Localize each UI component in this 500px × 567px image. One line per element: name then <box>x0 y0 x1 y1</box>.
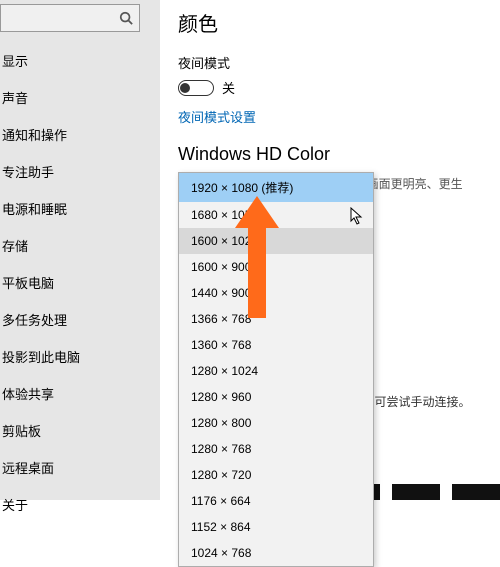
sidebar-item-11[interactable]: 远程桌面 <box>0 449 160 486</box>
resolution-option[interactable]: 1152 × 864 <box>179 514 373 540</box>
sidebar-item-5[interactable]: 存储 <box>0 227 160 264</box>
night-mode-label: 夜间模式 <box>178 53 482 72</box>
sidebar-item-4[interactable]: 电源和睡眠 <box>0 190 160 227</box>
resolution-option[interactable]: 1600 × 900 <box>179 254 373 280</box>
night-mode-toggle[interactable] <box>178 80 214 96</box>
resolution-dropdown[interactable]: 1920 × 1080 (推荐)1680 × 10501600 × 102416… <box>178 172 374 567</box>
sidebar: 显示声音通知和操作专注助手电源和睡眠存储平板电脑多任务处理投影到此电脑体验共享剪… <box>0 0 160 500</box>
night-mode-settings-link[interactable]: 夜间模式设置 <box>178 107 482 126</box>
resolution-option[interactable]: 1280 × 720 <box>179 462 373 488</box>
search-icon <box>119 11 133 25</box>
resolution-option[interactable]: 1600 × 1024 <box>179 228 373 254</box>
sidebar-item-0[interactable]: 显示 <box>0 42 160 79</box>
toggle-knob <box>180 83 190 93</box>
resolution-option[interactable]: 1680 × 1050 <box>179 202 373 228</box>
sidebar-item-8[interactable]: 投影到此电脑 <box>0 338 160 375</box>
search-input[interactable] <box>0 4 140 32</box>
search-wrap <box>0 0 160 42</box>
toggle-state-text: 关 <box>222 78 235 97</box>
resolution-option[interactable]: 1280 × 800 <box>179 410 373 436</box>
sidebar-item-12[interactable]: 关于 <box>0 486 160 523</box>
sidebar-item-1[interactable]: 声音 <box>0 79 160 116</box>
sidebar-item-2[interactable]: 通知和操作 <box>0 116 160 153</box>
sidebar-item-9[interactable]: 体验共享 <box>0 375 160 412</box>
resolution-option[interactable]: 1024 × 768 <box>179 540 373 566</box>
resolution-option[interactable]: 1360 × 768 <box>179 332 373 358</box>
hd-color-heading: Windows HD Color <box>178 144 482 165</box>
sidebar-item-6[interactable]: 平板电脑 <box>0 264 160 301</box>
resolution-option[interactable]: 1366 × 768 <box>179 306 373 332</box>
resolution-option[interactable]: 1280 × 768 <box>179 436 373 462</box>
sidebar-item-7[interactable]: 多任务处理 <box>0 301 160 338</box>
sidebar-item-10[interactable]: 剪贴板 <box>0 412 160 449</box>
nav-list: 显示声音通知和操作专注助手电源和睡眠存储平板电脑多任务处理投影到此电脑体验共享剪… <box>0 42 160 523</box>
resolution-option[interactable]: 1280 × 960 <box>179 384 373 410</box>
night-mode-toggle-row: 关 <box>178 78 482 97</box>
color-heading: 颜色 <box>178 8 482 37</box>
resolution-option[interactable]: 1920 × 1080 (推荐) <box>179 173 373 202</box>
resolution-option[interactable]: 1280 × 1024 <box>179 358 373 384</box>
resolution-option[interactable]: 1440 × 900 <box>179 280 373 306</box>
cursor-icon <box>350 207 364 225</box>
sidebar-item-3[interactable]: 专注助手 <box>0 153 160 190</box>
resolution-option[interactable]: 1176 × 664 <box>179 488 373 514</box>
